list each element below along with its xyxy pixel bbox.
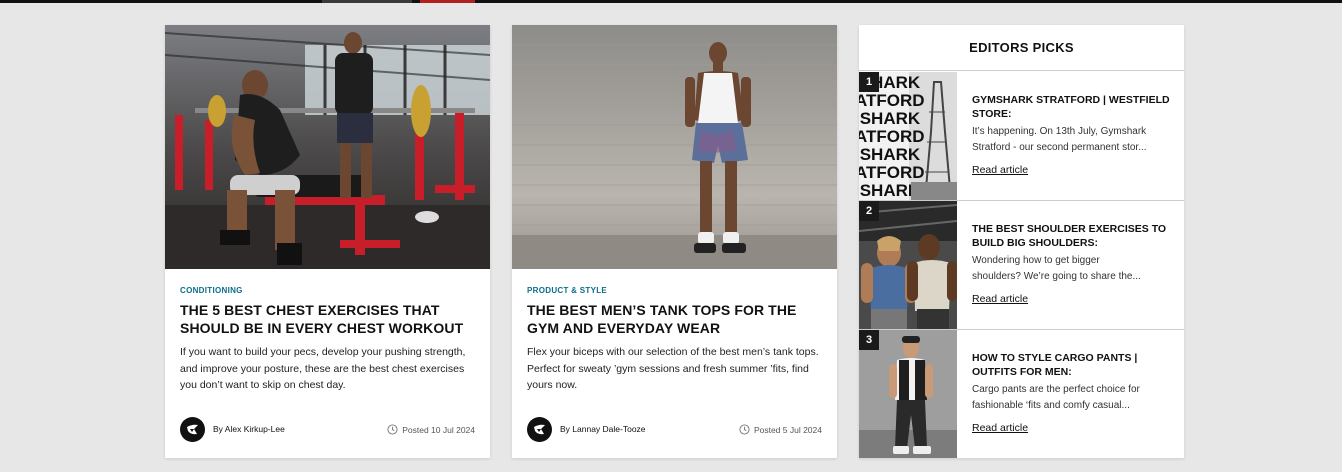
author-avatar <box>527 417 552 442</box>
pick-title[interactable]: HOW TO STYLE CARGO PANTS | OUTFITS FOR M… <box>972 351 1172 379</box>
thumb-word: ISHARK <box>859 145 921 164</box>
pick-excerpt-line: fashionable ‘fits and comfy casual... <box>972 400 1130 411</box>
editors-picks-heading: EDITORS PICKS <box>859 25 1184 71</box>
clock-icon <box>739 424 750 435</box>
pick-excerpt: Cargo pants are the perfect choice for f… <box>972 382 1172 414</box>
pick-excerpt-line: It’s happening. On 13th July, Gymshark <box>972 126 1147 137</box>
article-category[interactable]: CONDITIONING <box>180 286 243 295</box>
pick-title[interactable]: GYMSHARK STRATFORD | WESTFIELD STORE: <box>972 93 1172 121</box>
article-excerpt: If you want to build your pecs, develop … <box>180 346 466 391</box>
pick-excerpt: Wondering how to get bigger shoulders? W… <box>972 253 1172 285</box>
editors-pick-item[interactable]: 3 HOW TO STYLE CARGO PANTS | OUTFITS FOR… <box>859 330 1184 459</box>
article-author: By Lannay Dale-Tooze <box>560 424 646 434</box>
editors-picks-panel: EDITORS PICKS ISHARK ATFORD ISHARK ATFOR… <box>859 25 1184 458</box>
gymshark-logo-icon <box>534 424 545 435</box>
article-date: Posted 10 Jul 2024 <box>387 424 475 435</box>
thumb-word: ATFORD <box>859 163 925 182</box>
thumb-word: ATFORD <box>859 91 925 110</box>
article-category[interactable]: PRODUCT & STYLE <box>527 286 607 295</box>
read-article-link[interactable]: Read article <box>972 422 1028 434</box>
pick-excerpt-line: Wondering how to get bigger <box>972 255 1100 266</box>
article-card-chest[interactable]: CONDITIONING THE 5 BEST CHEST EXERCISES … <box>165 25 490 458</box>
clock-icon <box>387 424 398 435</box>
article-excerpt: Flex your biceps with our selection of t… <box>527 346 819 391</box>
article-card-tank-tops[interactable]: PRODUCT & STYLE THE BEST MEN’S TANK TOPS… <box>512 25 837 458</box>
article-title[interactable]: THE BEST MEN’S TANK TOPS FOR THE GYM AND… <box>527 301 827 337</box>
article-author: By Alex Kirkup-Lee <box>213 424 285 434</box>
gymshark-logo-icon <box>187 424 198 435</box>
editors-pick-item[interactable]: ISHARK ATFORD ISHARK ATFORD ISHARK ATFOR… <box>859 72 1184 201</box>
read-article-link[interactable]: Read article <box>972 164 1028 176</box>
pick-number: 1 <box>859 72 879 92</box>
gym-bench-photo[interactable] <box>165 25 490 269</box>
thumb-word: ISHARK <box>859 109 921 128</box>
article-title[interactable]: THE 5 BEST CHEST EXERCISES THAT SHOULD B… <box>180 301 480 337</box>
pick-title[interactable]: THE BEST SHOULDER EXERCISES TO BUILD BIG… <box>972 222 1172 250</box>
pick-number: 3 <box>859 330 879 350</box>
pick-excerpt: It’s happening. On 13th July, Gymshark S… <box>972 124 1172 156</box>
author-avatar <box>180 417 205 442</box>
article-date: Posted 5 Jul 2024 <box>739 424 822 435</box>
posted-date-text: Posted 10 Jul 2024 <box>402 424 475 435</box>
pick-number: 2 <box>859 201 879 221</box>
pick-excerpt-line: shoulders? We’re going to share the... <box>972 271 1141 282</box>
posted-date-text: Posted 5 Jul 2024 <box>753 424 822 435</box>
tank-top-model-photo[interactable] <box>512 25 837 269</box>
pick-excerpt-line: Cargo pants are the perfect choice for <box>972 384 1140 395</box>
top-edge-bar <box>0 0 1342 3</box>
read-article-link[interactable]: Read article <box>972 293 1028 305</box>
thumb-word: ATFORD <box>859 127 925 146</box>
editors-pick-item[interactable]: 2 THE BEST SHOULDER EXERCISES TO BUILD B… <box>859 201 1184 330</box>
pick-excerpt-line: Stratford - our second permanent stor... <box>972 142 1147 153</box>
